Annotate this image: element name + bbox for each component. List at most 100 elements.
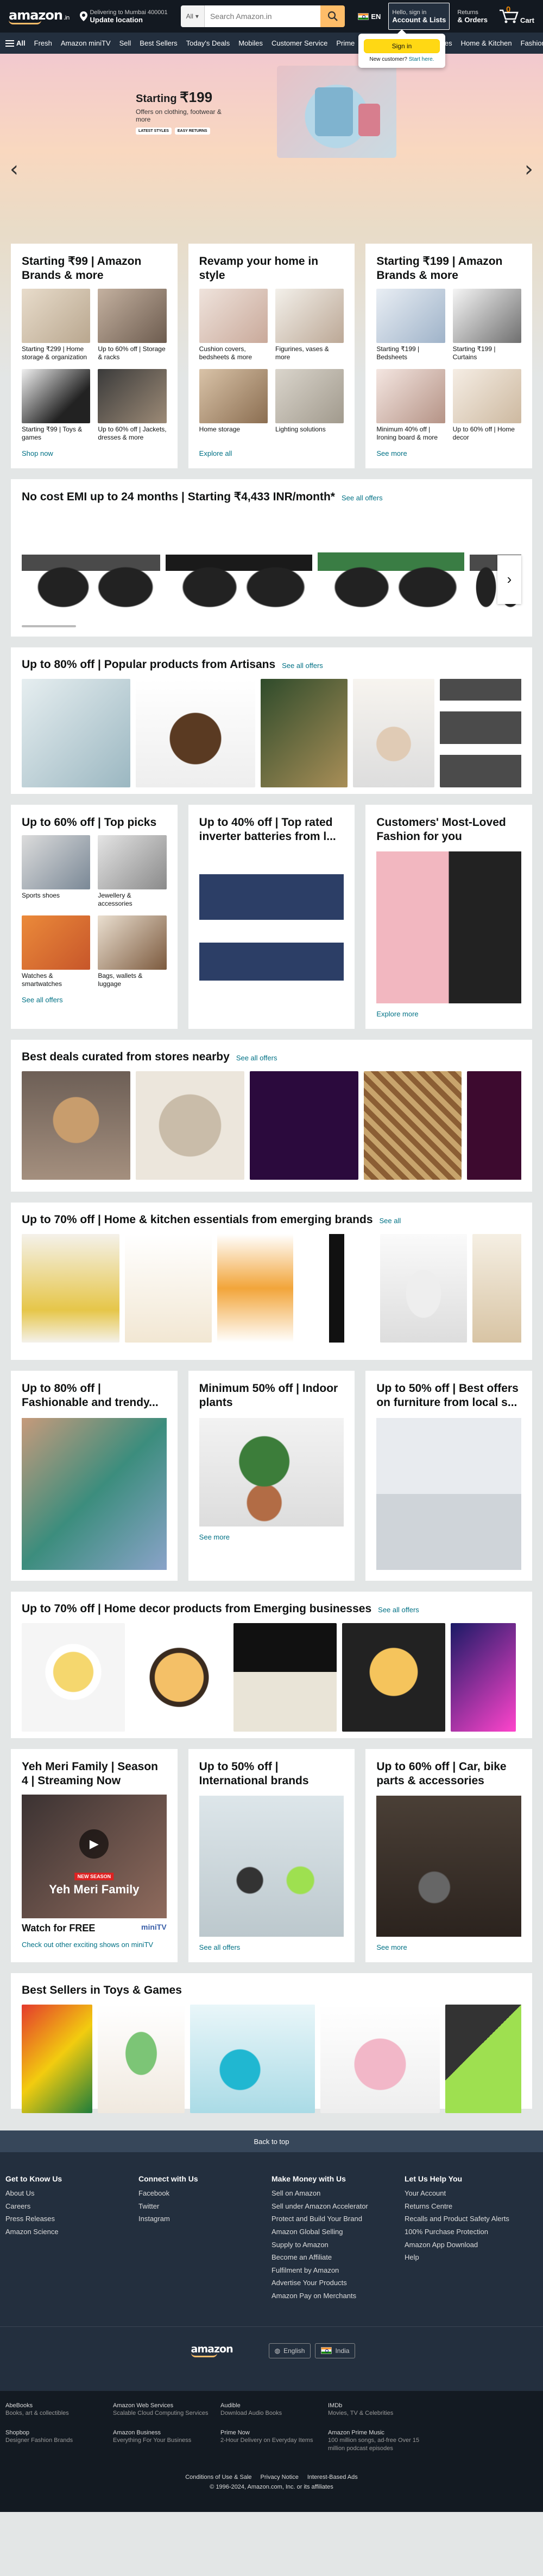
carousel-item[interactable] — [125, 1234, 212, 1343]
card-grid-item[interactable]: Minimum 40% off | Ironing board & more — [376, 368, 445, 443]
card-grid-item[interactable]: Cushion covers, bedsheets & more — [199, 288, 268, 362]
subnav-item[interactable]: Prime — [336, 39, 355, 47]
carousel-item[interactable] — [217, 1234, 293, 1343]
card-grid-item[interactable]: Jewellery & accessories — [98, 835, 167, 909]
see-all-link[interactable]: See all — [380, 1217, 401, 1225]
carousel-item[interactable] — [22, 1234, 119, 1343]
footer-link[interactable]: Your Account — [405, 2189, 538, 2198]
footer-link[interactable]: Supply to Amazon — [272, 2241, 405, 2249]
carousel-item[interactable] — [445, 2005, 521, 2113]
footer-link[interactable]: Amazon App Download — [405, 2241, 538, 2249]
subnav-item[interactable]: Today's Deals — [186, 39, 230, 47]
carousel-item[interactable] — [136, 678, 255, 787]
see-more-link[interactable]: See more — [376, 449, 521, 457]
carousel-item[interactable] — [467, 1071, 521, 1180]
carousel-item[interactable] — [440, 678, 521, 787]
footer-service-link[interactable]: AbeBooks Books, art & collectibles — [5, 2402, 108, 2418]
signin-button[interactable]: Sign in — [364, 39, 440, 53]
card-grid-item[interactable]: Starting ₹199 | Curtains — [452, 288, 522, 362]
account-menu[interactable]: Hello, sign in Account & Lists — [388, 3, 450, 30]
carousel-item[interactable] — [320, 2005, 440, 2113]
product-image[interactable] — [376, 1796, 522, 1937]
card-fashionable-trendy[interactable]: Up to 80% off | Fashionable and trendy..… — [11, 1371, 178, 1581]
card-furniture-local[interactable]: Up to 50% off | Best offers on furniture… — [365, 1371, 533, 1581]
subnav-item[interactable]: Mobiles — [238, 39, 263, 47]
deliver-location[interactable]: Delivering to Mumbai 400001 Update locat… — [77, 9, 171, 24]
carousel-item[interactable] — [261, 678, 348, 787]
subnav-item[interactable]: Amazon miniTV — [61, 39, 111, 47]
footer-link[interactable]: Press Releases — [5, 2215, 138, 2223]
hero-next-arrow-icon[interactable]: › — [525, 157, 533, 182]
footer-legal-link[interactable]: Interest-Based Ads — [307, 2474, 358, 2480]
card-grid-item[interactable]: Sports shoes — [22, 835, 91, 909]
cart-button[interactable]: 0 Cart — [495, 5, 538, 24]
start-here-link[interactable]: Start here. — [409, 56, 434, 62]
see-more-link[interactable]: See more — [376, 1943, 521, 1951]
back-to-top-button[interactable]: Back to top — [0, 2130, 543, 2152]
footer-link[interactable]: Instagram — [138, 2215, 272, 2223]
footer-service-link[interactable]: Prime Now 2-Hour Delivery on Everyday Ite… — [220, 2429, 323, 2452]
all-menu-button[interactable]: All — [5, 39, 26, 47]
explore-all-link[interactable]: Explore all — [199, 449, 344, 457]
footer-country-button[interactable]: India — [315, 2343, 356, 2358]
footer-link[interactable]: Become an Affiliate — [272, 2253, 405, 2262]
subnav-item[interactable]: Best Sellers — [140, 39, 177, 47]
see-all-offers-link[interactable]: See all offers — [378, 1606, 419, 1614]
footer-link[interactable]: Sell on Amazon — [272, 2189, 405, 2198]
footer-service-link[interactable]: IMDb Movies, TV & Celebrities — [328, 2402, 430, 2418]
returns-orders[interactable]: Returns & Orders — [454, 9, 491, 24]
card-grid-item[interactable]: Watches & smartwatches — [22, 915, 91, 989]
explore-more-link[interactable]: Explore more — [376, 1010, 521, 1018]
carousel-item[interactable] — [380, 1234, 467, 1343]
carousel-item[interactable] — [22, 678, 130, 787]
carousel-item[interactable] — [166, 511, 312, 620]
footer-legal-link[interactable]: Privacy Notice — [261, 2474, 299, 2480]
footer-link[interactable]: Returns Centre — [405, 2202, 538, 2211]
carousel-item[interactable] — [22, 2005, 92, 2113]
carousel-item[interactable] — [364, 1071, 462, 1180]
footer-link[interactable]: About Us — [5, 2189, 138, 2198]
card-indoor-plants[interactable]: Minimum 50% off | Indoor plants See more — [188, 1371, 355, 1581]
card-grid-item[interactable]: Home storage — [199, 368, 268, 443]
carousel-item[interactable] — [353, 678, 434, 787]
carousel-next-arrow-icon[interactable]: › — [497, 555, 521, 604]
footer-link[interactable]: Help — [405, 2253, 538, 2262]
carousel-item[interactable] — [130, 1623, 228, 1732]
footer-link[interactable]: Recalls and Product Safety Alerts — [405, 2215, 538, 2223]
carousel-scrollbar[interactable] — [22, 625, 76, 627]
language-selector[interactable]: EN — [355, 12, 384, 21]
carousel-item[interactable] — [250, 1071, 358, 1180]
card-inverter-batteries[interactable]: Up to 40% off | Top rated inverter batte… — [188, 804, 355, 1029]
see-all-offers-link[interactable]: See all offers — [342, 494, 383, 502]
search-category-select[interactable]: All ▾ — [180, 5, 205, 27]
footer-service-link[interactable]: Shopbop Designer Fashion Brands — [5, 2429, 108, 2452]
carousel-item[interactable] — [299, 1234, 375, 1343]
subnav-item[interactable]: Home & Kitchen — [461, 39, 512, 47]
footer-link[interactable]: Amazon Global Selling — [272, 2228, 405, 2236]
carousel-item[interactable] — [342, 1623, 445, 1732]
minitv-shows-link[interactable]: Check out other exciting shows on miniTV — [22, 1941, 167, 1949]
see-all-offers-link[interactable]: See all offers — [236, 1054, 277, 1062]
carousel-item[interactable] — [22, 1071, 130, 1180]
hero-prev-arrow-icon[interactable]: ‹ — [10, 157, 18, 182]
footer-link[interactable]: Facebook — [138, 2189, 272, 2198]
footer-link[interactable]: Advertise Your Products — [272, 2279, 405, 2287]
carousel-item[interactable] — [190, 2005, 315, 2113]
footer-link[interactable]: Protect and Build Your Brand — [272, 2215, 405, 2223]
carousel-item[interactable] — [136, 1071, 244, 1180]
see-all-offers-link[interactable]: See all offers — [282, 662, 323, 670]
footer-link[interactable]: Careers — [5, 2202, 138, 2211]
amazon-logo[interactable]: amazon .in — [5, 9, 72, 24]
video-player[interactable]: ▶ NEW SEASON Yeh Meri Family — [22, 1795, 167, 1918]
carousel-item[interactable] — [22, 1623, 125, 1732]
footer-language-button[interactable]: ◍ English — [268, 2343, 311, 2358]
subnav-item[interactable]: Fresh — [34, 39, 52, 47]
card-grid-item[interactable]: Starting ₹199 | Bedsheets — [376, 288, 445, 362]
footer-service-link[interactable]: Amazon Business Everything For Your Busin… — [113, 2429, 215, 2452]
card-grid-item[interactable]: Up to 60% off | Storage & racks — [98, 288, 167, 362]
footer-amazon-logo[interactable]: amazon — [188, 2344, 236, 2357]
card-grid-item[interactable]: Lighting solutions — [275, 368, 344, 443]
play-icon[interactable]: ▶ — [79, 1829, 109, 1859]
footer-service-link[interactable]: Audible Download Audio Books — [220, 2402, 323, 2418]
footer-link[interactable]: Sell under Amazon Accelerator — [272, 2202, 405, 2211]
